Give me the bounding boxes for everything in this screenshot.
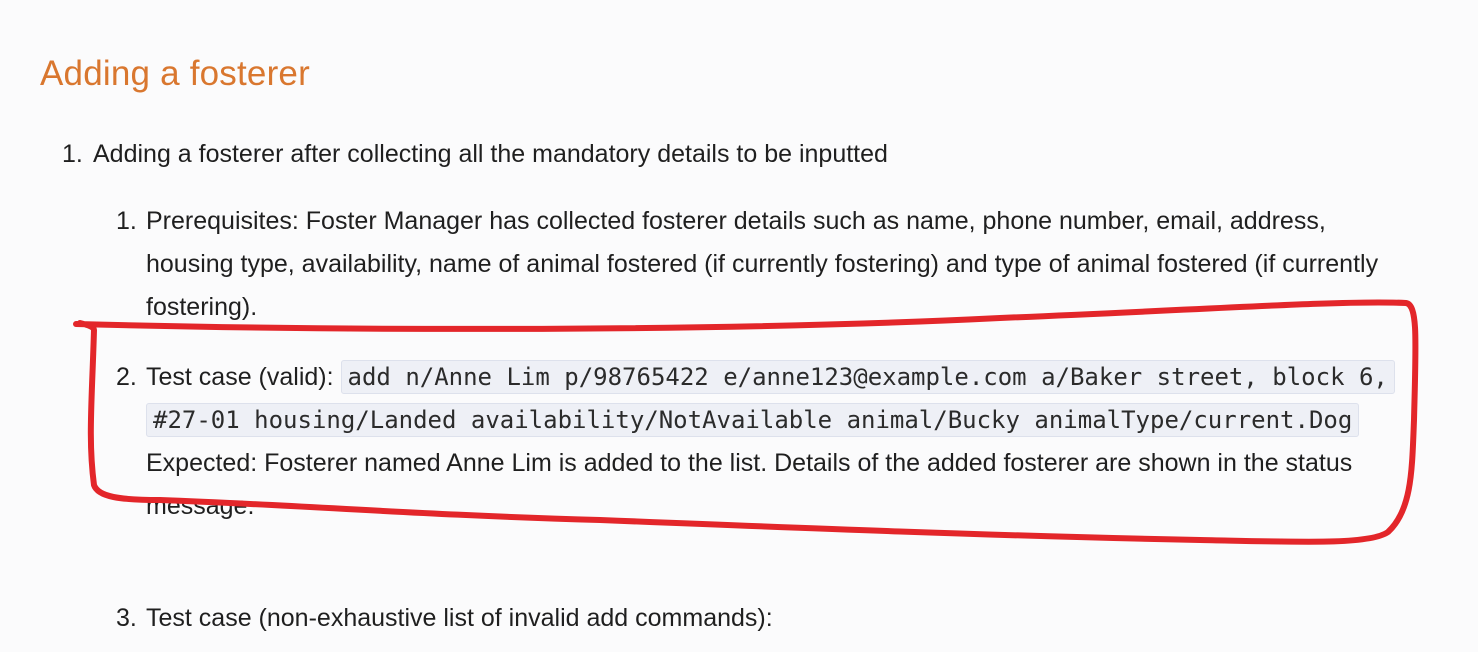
list-item-text: Adding a fosterer after collecting all t… xyxy=(93,140,888,168)
list-number: 2. xyxy=(116,363,137,391)
test-case-label: Test case (valid): xyxy=(146,363,341,391)
expected-result-text: Expected: Fosterer named Anne Lim is add… xyxy=(146,449,1353,520)
section-heading: Adding a fosterer xyxy=(40,54,310,93)
sub-list-item-valid-test-case: 2. Test case (valid): add n/Anne Lim p/9… xyxy=(116,356,1406,528)
list-item-text: Prerequisites: Foster Manager has collec… xyxy=(146,207,1379,321)
sub-list-item-prerequisites: 1. Prerequisites: Foster Manager has col… xyxy=(116,200,1406,329)
list-number: 1. xyxy=(116,207,137,235)
list-number: 1. xyxy=(62,140,83,168)
document-page: Adding a fosterer 1. Adding a fosterer af… xyxy=(0,0,1478,652)
list-item-text: Test case (non-exhaustive list of invali… xyxy=(146,604,773,632)
list-number: 3. xyxy=(116,604,137,632)
sub-list-item-invalid-test-cases: 3. Test case (non-exhaustive list of inv… xyxy=(116,597,1406,640)
outer-list-item-1: 1. Adding a fosterer after collecting all… xyxy=(62,136,888,172)
